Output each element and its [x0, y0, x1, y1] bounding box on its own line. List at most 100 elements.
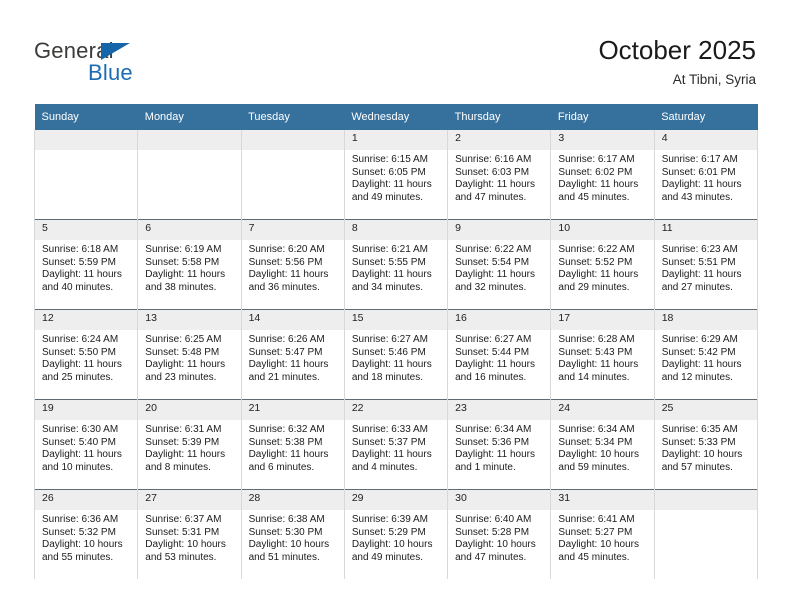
logo-text-blue: Blue	[88, 60, 133, 85]
daylight-line-1: Daylight: 11 hours	[42, 269, 122, 281]
day-number: 26	[35, 490, 138, 510]
calendar-week-row: 12 Sunrise: 6:24 AM Sunset: 5:50 PM Dayligh…	[33, 309, 759, 400]
day-number: 31	[551, 490, 654, 510]
calendar-day-cell[interactable]: 10 Sunrise: 6:22 AM Sunset: 5:52 PM Dayligh…	[550, 219, 655, 310]
calendar-day-cell[interactable]: 1 Sunrise: 6:15 AM Sunset: 6:05 PM Daylight…	[343, 130, 449, 220]
day-number: 6	[138, 220, 241, 240]
day-number: 11	[654, 220, 757, 240]
calendar-day-cell[interactable]: 11 Sunrise: 6:23 AM Sunset: 5:51 PM Dayligh…	[653, 219, 759, 310]
day-details: Sunrise: 6:28 AM Sunset: 5:43 PM Daylight:…	[551, 330, 653, 388]
sunset-time: Sunset: 5:55 PM	[351, 256, 426, 268]
day-number: 3	[551, 130, 654, 150]
day-details	[138, 150, 240, 158]
daylight-line-2: and 14 minutes.	[558, 371, 630, 383]
calendar-day-cell[interactable]: 21 Sunrise: 6:32 AM Sunset: 5:38 PM Dayligh…	[240, 399, 345, 490]
day-number: 28	[241, 490, 344, 510]
calendar-day-cell-empty	[137, 130, 242, 220]
calendar-day-cell[interactable]: 24 Sunrise: 6:34 AM Sunset: 5:34 PM Dayligh…	[550, 399, 655, 490]
calendar-day-cell[interactable]: 6 Sunrise: 6:19 AM Sunset: 5:58 PM Daylight…	[137, 219, 242, 310]
calendar-day-cell[interactable]: 19 Sunrise: 6:30 AM Sunset: 5:40 PM Dayligh…	[33, 399, 139, 490]
calendar-day-cell[interactable]: 27 Sunrise: 6:37 AM Sunset: 5:31 PM Dayligh…	[137, 489, 242, 579]
daylight-line-1: Daylight: 11 hours	[351, 359, 432, 371]
calendar-day-cell[interactable]: 4 Sunrise: 6:17 AM Sunset: 6:01 PM Daylight…	[653, 130, 759, 220]
calendar-day-cell[interactable]: 9 Sunrise: 6:22 AM Sunset: 5:54 PM Daylight…	[447, 219, 552, 310]
calendar-day-cell[interactable]: 29 Sunrise: 6:39 AM Sunset: 5:29 PM Dayligh…	[343, 489, 449, 579]
calendar-day-cell[interactable]: 28 Sunrise: 6:38 AM Sunset: 5:30 PM Dayligh…	[240, 489, 345, 579]
sunset-time: Sunset: 5:36 PM	[455, 436, 530, 448]
calendar-day-cell[interactable]: 14 Sunrise: 6:26 AM Sunset: 5:47 PM Dayligh…	[240, 309, 345, 400]
daylight-line-1: Daylight: 11 hours	[351, 269, 432, 281]
daylight-line-2: and 4 minutes.	[351, 461, 418, 473]
general-blue-logo[interactable]: General Blue	[34, 38, 214, 86]
daylight-line-2: and 1 minute.	[455, 461, 516, 473]
sunset-time: Sunset: 5:47 PM	[248, 346, 323, 358]
calendar-week-row: 1 Sunrise: 6:15 AM Sunset: 6:05 PM Daylight…	[33, 130, 759, 220]
day-number	[241, 130, 344, 150]
daylight-line-1: Daylight: 11 hours	[455, 269, 535, 281]
sunset-time: Sunset: 5:46 PM	[351, 346, 426, 358]
day-details: Sunrise: 6:19 AM Sunset: 5:58 PM Daylight:…	[138, 240, 240, 298]
day-number: 10	[551, 220, 654, 240]
daylight-line-1: Daylight: 11 hours	[455, 359, 535, 371]
daylight-line-1: Daylight: 11 hours	[145, 359, 226, 371]
sunrise-time: Sunrise: 6:26 AM	[248, 334, 325, 345]
calendar-day-cell[interactable]: 30 Sunrise: 6:40 AM Sunset: 5:28 PM Dayligh…	[447, 489, 552, 579]
daylight-line-2: and 53 minutes.	[145, 551, 217, 563]
day-number	[138, 130, 241, 150]
daylight-line-1: Daylight: 11 hours	[42, 359, 122, 371]
day-number: 5	[35, 220, 138, 240]
sunset-time: Sunset: 6:05 PM	[351, 166, 426, 178]
sunset-time: Sunset: 5:33 PM	[661, 436, 736, 448]
calendar-day-cell[interactable]: 2 Sunrise: 6:16 AM Sunset: 6:03 PM Daylight…	[447, 130, 552, 220]
sunset-time: Sunset: 5:37 PM	[351, 436, 426, 448]
calendar-day-cell[interactable]: 13 Sunrise: 6:25 AM Sunset: 5:48 PM Dayligh…	[137, 309, 242, 400]
daylight-line-2: and 6 minutes.	[248, 461, 315, 473]
calendar-day-cell[interactable]: 31 Sunrise: 6:41 AM Sunset: 5:27 PM Dayligh…	[550, 489, 655, 579]
calendar-day-cell[interactable]: 5 Sunrise: 6:18 AM Sunset: 5:59 PM Daylight…	[33, 219, 139, 310]
day-details: Sunrise: 6:24 AM Sunset: 5:50 PM Daylight:…	[35, 330, 137, 388]
sunrise-time: Sunrise: 6:34 AM	[455, 424, 532, 435]
day-number: 19	[35, 400, 138, 420]
sunrise-time: Sunrise: 6:24 AM	[42, 334, 119, 345]
day-number: 4	[654, 130, 757, 150]
calendar-day-cell[interactable]: 8 Sunrise: 6:21 AM Sunset: 5:55 PM Daylight…	[343, 219, 449, 310]
calendar-day-cell[interactable]: 17 Sunrise: 6:28 AM Sunset: 5:43 PM Dayligh…	[550, 309, 655, 400]
calendar-day-cell[interactable]: 20 Sunrise: 6:31 AM Sunset: 5:39 PM Dayligh…	[137, 399, 242, 490]
day-number: 15	[344, 310, 448, 330]
weekday-header-sunday: Sunday	[34, 104, 138, 130]
sunset-time: Sunset: 5:48 PM	[145, 346, 220, 358]
calendar-day-cell[interactable]: 15 Sunrise: 6:27 AM Sunset: 5:46 PM Dayligh…	[343, 309, 449, 400]
daylight-line-2: and 8 minutes.	[145, 461, 211, 473]
title-block: October 2025 At Tibni, Syria	[598, 34, 756, 90]
calendar-day-cell[interactable]: 3 Sunrise: 6:17 AM Sunset: 6:02 PM Daylight…	[550, 130, 655, 220]
daylight-line-2: and 23 minutes.	[145, 371, 217, 383]
calendar-table: Sunday Monday Tuesday Wednesday Thursday Frid…	[33, 104, 759, 579]
calendar-day-cell[interactable]: 23 Sunrise: 6:34 AM Sunset: 5:36 PM Dayligh…	[447, 399, 552, 490]
daylight-line-1: Daylight: 11 hours	[145, 449, 226, 461]
sunset-time: Sunset: 5:51 PM	[661, 256, 736, 268]
day-details: Sunrise: 6:38 AM Sunset: 5:30 PM Daylight:…	[242, 510, 344, 568]
day-number: 29	[344, 490, 448, 510]
daylight-line-1: Daylight: 11 hours	[351, 179, 432, 191]
day-details: Sunrise: 6:17 AM Sunset: 6:02 PM Daylight:…	[551, 150, 653, 208]
daylight-line-1: Daylight: 10 hours	[455, 539, 536, 551]
day-details: Sunrise: 6:15 AM Sunset: 6:05 PM Daylight:…	[345, 150, 447, 208]
calendar-day-cell[interactable]: 25 Sunrise: 6:35 AM Sunset: 5:33 PM Dayligh…	[653, 399, 759, 490]
calendar-day-cell[interactable]: 26 Sunrise: 6:36 AM Sunset: 5:32 PM Dayligh…	[33, 489, 139, 579]
day-number: 25	[654, 400, 757, 420]
daylight-line-2: and 45 minutes.	[558, 551, 630, 563]
daylight-line-1: Daylight: 11 hours	[558, 179, 639, 191]
calendar-day-cell[interactable]: 7 Sunrise: 6:20 AM Sunset: 5:56 PM Daylight…	[240, 219, 345, 310]
calendar-day-cell[interactable]: 18 Sunrise: 6:29 AM Sunset: 5:42 PM Dayligh…	[653, 309, 759, 400]
calendar-day-cell[interactable]: 22 Sunrise: 6:33 AM Sunset: 5:37 PM Dayligh…	[343, 399, 449, 490]
day-details: Sunrise: 6:22 AM Sunset: 5:54 PM Daylight:…	[448, 240, 550, 298]
calendar-day-cell[interactable]: 12 Sunrise: 6:24 AM Sunset: 5:50 PM Dayligh…	[33, 309, 139, 400]
sunset-time: Sunset: 6:03 PM	[455, 166, 530, 178]
sunrise-time: Sunrise: 6:21 AM	[351, 244, 428, 255]
sunrise-time: Sunrise: 6:23 AM	[661, 244, 738, 255]
daylight-line-1: Daylight: 10 hours	[248, 539, 330, 551]
sunset-time: Sunset: 5:58 PM	[145, 256, 220, 268]
calendar-week-row: 26 Sunrise: 6:36 AM Sunset: 5:32 PM Dayligh…	[33, 489, 759, 579]
calendar-day-cell[interactable]: 16 Sunrise: 6:27 AM Sunset: 5:44 PM Dayligh…	[447, 309, 552, 400]
daylight-line-2: and 25 minutes.	[42, 371, 114, 383]
